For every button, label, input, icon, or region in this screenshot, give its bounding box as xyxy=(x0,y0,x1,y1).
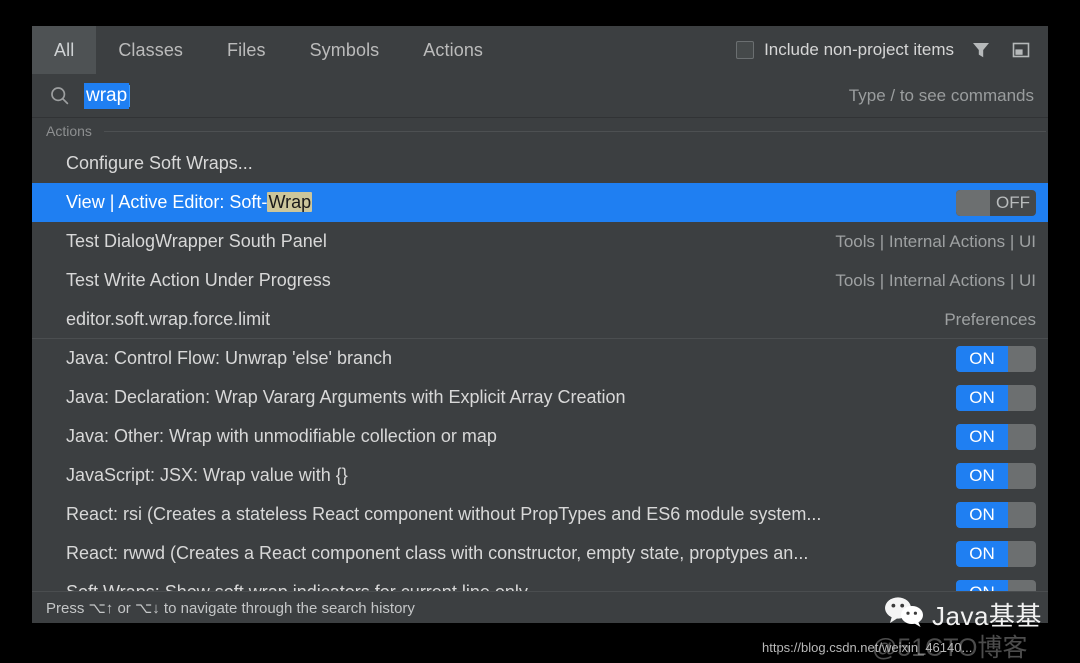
include-non-project-items-label: Include non-project items xyxy=(764,40,954,59)
toggle-state-label: ON xyxy=(956,384,1008,411)
result-row-label: Configure Soft Wraps... xyxy=(66,153,253,173)
toggle-state-label: ON xyxy=(956,423,1008,450)
result-row-toggle[interactable]: ON xyxy=(956,384,1036,411)
result-row[interactable]: Test DialogWrapper South Panel Tools | In… xyxy=(32,222,1048,261)
toggle-state-label: ON xyxy=(956,540,1008,567)
tab-actions[interactable]: Actions xyxy=(401,26,505,74)
result-row-location: Tools | Internal Actions | UI xyxy=(835,270,1036,290)
toggle-state-label: ON xyxy=(956,462,1008,489)
result-row[interactable]: JavaScript: JSX: Wrap value with {} ON xyxy=(32,456,1048,495)
result-row[interactable]: Soft Wraps: Show soft wrap indicators fo… xyxy=(32,573,1048,591)
tab-files[interactable]: Files xyxy=(205,26,288,74)
watermark-url: https://blog.csdn.net/weixin_46140... xyxy=(762,640,973,655)
result-row-label: Java: Declaration: Wrap Vararg Arguments… xyxy=(66,387,626,407)
result-row-toggle[interactable]: ON xyxy=(956,579,1036,591)
result-row-location: Preferences xyxy=(944,309,1036,329)
status-bar-hint: Press ⌥↑ or ⌥↓ to navigate through the s… xyxy=(46,599,415,617)
status-bar: Press ⌥↑ or ⌥↓ to navigate through the s… xyxy=(32,591,1048,623)
result-row-label: JavaScript: JSX: Wrap value with {} xyxy=(66,465,348,485)
result-row[interactable]: View | Active Editor: Soft-Wrap OFF xyxy=(32,183,1048,222)
group-header-rule xyxy=(103,130,1046,132)
watermark-overlay: @51CTO博客 xyxy=(872,634,1028,662)
result-row[interactable]: Configure Soft Wraps... xyxy=(32,144,1048,183)
tab-all-label: All xyxy=(54,39,75,60)
result-row-toggle[interactable]: ON xyxy=(956,462,1036,489)
tab-symbols-label: Symbols xyxy=(309,39,380,60)
tab-all[interactable]: All xyxy=(32,26,97,74)
tab-list: All Classes Files Symbols Actions xyxy=(32,26,505,74)
result-row-label: editor.soft.wrap.force.limit xyxy=(66,309,271,329)
result-row-label: React: rsi (Creates a stateless React co… xyxy=(66,504,822,524)
result-row[interactable]: editor.soft.wrap.force.limit Preferences xyxy=(32,300,1048,339)
result-row[interactable]: Java: Declaration: Wrap Vararg Arguments… xyxy=(32,378,1048,417)
result-row-label: View | Active Editor: Soft-Wrap xyxy=(66,192,940,213)
toggle-state-label: ON xyxy=(956,579,1008,591)
toggle-knob xyxy=(956,189,990,216)
tab-files-label: Files xyxy=(227,39,266,60)
result-row[interactable]: Java: Control Flow: Unwrap 'else' branch… xyxy=(32,339,1048,378)
tab-bar-actions: Include non-project items xyxy=(736,26,1048,74)
result-row[interactable]: React: rsi (Creates a stateless React co… xyxy=(32,495,1048,534)
result-row[interactable]: React: rwwd (Creates a React component c… xyxy=(32,534,1048,573)
tab-actions-label: Actions xyxy=(423,39,484,60)
screen: All Classes Files Symbols Actions Includ… xyxy=(0,0,1080,663)
tab-classes[interactable]: Classes xyxy=(96,26,205,74)
tab-bar: All Classes Files Symbols Actions Includ… xyxy=(32,26,1048,74)
result-row-location: Tools | Internal Actions | UI xyxy=(835,231,1036,251)
result-label-match: Wrap xyxy=(267,192,313,212)
search-input[interactable]: wrap xyxy=(84,82,130,109)
result-row[interactable]: Test Write Action Under Progress Tools | … xyxy=(32,261,1048,300)
result-row-label: Soft Wraps: Show soft wrap indicators fo… xyxy=(66,582,940,591)
include-non-project-items-checkbox[interactable]: Include non-project items xyxy=(736,40,954,60)
tab-classes-label: Classes xyxy=(118,39,184,60)
result-row-toggle[interactable]: ON xyxy=(956,501,1036,528)
result-row-toggle[interactable]: ON xyxy=(956,540,1036,567)
result-row[interactable]: Java: Other: Wrap with unmodifiable coll… xyxy=(32,417,1048,456)
result-row-toggle[interactable]: OFF xyxy=(956,189,1036,216)
filter-icon[interactable] xyxy=(968,37,994,63)
results-list[interactable]: Configure Soft Wraps... View | Active Edi… xyxy=(32,144,1048,591)
result-row-toggle[interactable]: ON xyxy=(956,345,1036,372)
checkbox-box-icon xyxy=(736,41,755,59)
group-header-label: Actions xyxy=(46,123,92,139)
result-row-label: Java: Control Flow: Unwrap 'else' branch xyxy=(66,348,393,368)
result-row-label: React: rwwd (Creates a React component c… xyxy=(66,543,809,563)
result-row-label: Test DialogWrapper South Panel xyxy=(66,231,327,251)
toggle-state-label: ON xyxy=(956,501,1008,528)
preview-panel-icon[interactable] xyxy=(1008,37,1034,63)
result-label-pre: View | Active Editor: Soft- xyxy=(66,192,268,212)
search-everywhere-dialog: All Classes Files Symbols Actions Includ… xyxy=(32,26,1048,623)
result-row-label: Java: Other: Wrap with unmodifiable coll… xyxy=(66,426,497,446)
result-row-label: Test Write Action Under Progress xyxy=(66,270,331,290)
search-hint: Type / to see commands xyxy=(848,85,1034,105)
group-header-actions: Actions xyxy=(32,118,1048,144)
search-icon xyxy=(48,84,72,108)
toggle-state-label: ON xyxy=(956,345,1008,372)
toggle-state-label: OFF xyxy=(996,192,1030,212)
result-row-toggle[interactable]: ON xyxy=(956,423,1036,450)
tab-symbols[interactable]: Symbols xyxy=(288,26,402,74)
search-bar[interactable]: wrap Type / to see commands xyxy=(32,74,1048,118)
